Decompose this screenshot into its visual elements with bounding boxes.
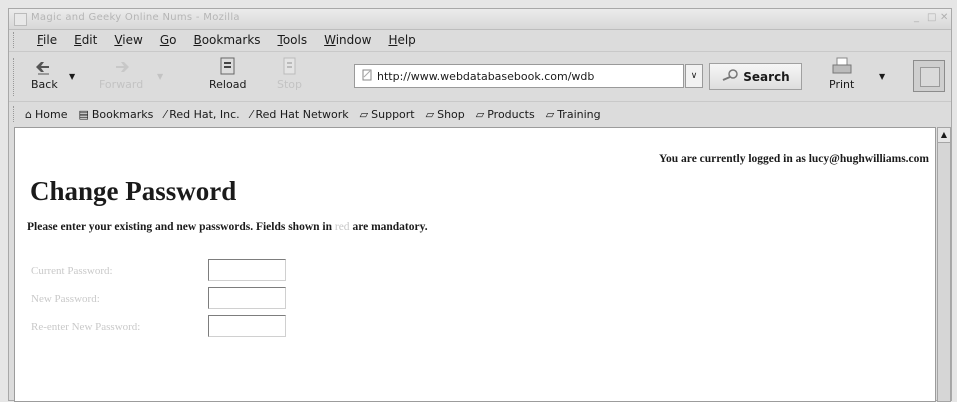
window-title: Magic and Geeky Online Nums - Mozilla bbox=[31, 12, 240, 23]
menu-bookmarks[interactable]: Bookmarks bbox=[193, 33, 260, 47]
vertical-scrollbar[interactable]: ▲ bbox=[937, 127, 951, 402]
bookmark-label: Products bbox=[487, 107, 535, 121]
scroll-up-icon[interactable]: ▲ bbox=[938, 128, 950, 143]
folder-icon: ▱ bbox=[475, 107, 485, 121]
instructions-text: Please enter your existing and new passw… bbox=[27, 221, 332, 233]
search-button[interactable]: Search bbox=[709, 63, 802, 90]
confirm-password-field[interactable] bbox=[208, 315, 286, 337]
bookmark-products[interactable]: ▱ Products bbox=[476, 108, 535, 121]
link-icon: ⁄ bbox=[164, 107, 167, 121]
stop-icon bbox=[281, 56, 299, 78]
bookmark-icon: ▤ bbox=[78, 107, 89, 121]
bookmark-shop[interactable]: ▱ Shop bbox=[426, 108, 465, 121]
login-status: You are currently logged in as lucy@hugh… bbox=[659, 153, 929, 165]
menu-window[interactable]: Window bbox=[324, 33, 371, 47]
back-label: Back bbox=[31, 78, 58, 91]
url-text: http://www.webdatabasebook.com/wdb bbox=[377, 69, 595, 83]
forward-label: Forward bbox=[99, 78, 144, 91]
menu-help[interactable]: Help bbox=[388, 33, 415, 47]
bookmark-red-hat-network[interactable]: ⁄ Red Hat Network bbox=[251, 108, 349, 121]
instructions: Please enter your existing and new passw… bbox=[27, 221, 428, 233]
stop-button[interactable]: Stop bbox=[277, 56, 302, 91]
search-label: Search bbox=[743, 69, 790, 84]
url-field[interactable]: http://www.webdatabasebook.com/wdb bbox=[354, 64, 684, 88]
link-icon: ⁄ bbox=[250, 107, 253, 121]
instructions-red-word: red bbox=[334, 221, 350, 233]
folder-icon: ▱ bbox=[359, 107, 369, 121]
url-dropdown-button[interactable]: ∨ bbox=[685, 64, 703, 88]
reload-icon bbox=[218, 56, 238, 78]
folder-icon: ▱ bbox=[545, 107, 555, 121]
bookmark-label: Red Hat Network bbox=[255, 107, 349, 121]
bookmark-bookmarks[interactable]: ▤ Bookmarks bbox=[78, 108, 153, 121]
reload-button[interactable]: Reload bbox=[209, 56, 246, 91]
menu-tools[interactable]: Tools bbox=[278, 33, 308, 47]
bookmark-label: Shop bbox=[437, 107, 465, 121]
window-menu-icon[interactable] bbox=[14, 13, 27, 26]
forward-button[interactable]: Forward bbox=[99, 56, 143, 91]
activity-throbber[interactable] bbox=[913, 60, 945, 92]
page-title: Change Password bbox=[30, 176, 237, 206]
bookmarks-grip[interactable] bbox=[13, 106, 17, 122]
print-button[interactable]: Print bbox=[829, 56, 854, 91]
reload-label: Reload bbox=[209, 78, 247, 91]
search-icon bbox=[721, 69, 739, 84]
back-button[interactable]: Back bbox=[31, 56, 58, 91]
bookmarks-toolbar: ⌂ Home ▤ Bookmarks ⁄ Red Hat, Inc. ⁄ Red Hat… bbox=[9, 101, 951, 126]
bookmark-red-hat[interactable]: ⁄ Red Hat, Inc. bbox=[164, 108, 239, 121]
confirm-password-label: Re-enter New Password: bbox=[31, 321, 141, 333]
menu-go[interactable]: Go bbox=[160, 33, 177, 47]
page-content: You are currently logged in as lucy@hugh… bbox=[14, 127, 936, 402]
throbber-icon bbox=[920, 67, 940, 87]
instructions-text-end: are mandatory. bbox=[352, 221, 428, 233]
bookmark-label: Training bbox=[557, 107, 601, 121]
bookmark-training[interactable]: ▱ Training bbox=[546, 108, 601, 121]
bookmark-label: Support bbox=[371, 107, 415, 121]
menu-file[interactable]: File bbox=[37, 33, 57, 47]
bookmark-label: Home bbox=[34, 107, 68, 121]
minimize-icon[interactable]: _ bbox=[914, 12, 919, 23]
print-label: Print bbox=[829, 78, 855, 91]
bookmark-home[interactable]: ⌂ Home bbox=[25, 108, 67, 121]
forward-arrow-icon bbox=[111, 56, 131, 78]
current-password-label: Current Password: bbox=[31, 265, 113, 277]
printer-icon bbox=[831, 56, 853, 78]
current-password-field[interactable] bbox=[208, 259, 286, 281]
title-bar: Magic and Geeky Online Nums - Mozilla _ … bbox=[9, 9, 951, 30]
toolbar-grip[interactable] bbox=[13, 58, 17, 96]
back-arrow-icon bbox=[34, 56, 54, 78]
navigation-toolbar: Back ▼ Forward ▼ Reload Stop http://www.… bbox=[9, 51, 951, 102]
menubar-grip[interactable] bbox=[13, 32, 17, 48]
print-dropdown-icon[interactable]: ▼ bbox=[879, 72, 885, 81]
close-icon[interactable]: ✕ bbox=[940, 12, 948, 23]
new-password-field[interactable] bbox=[208, 287, 286, 309]
bookmark-label: Red Hat, Inc. bbox=[169, 107, 240, 121]
menu-edit[interactable]: Edit bbox=[74, 33, 97, 47]
home-icon: ⌂ bbox=[25, 107, 32, 121]
chevron-down-icon: ∨ bbox=[690, 71, 698, 81]
maximize-icon[interactable]: □ bbox=[927, 12, 936, 23]
menu-view[interactable]: View bbox=[114, 33, 142, 47]
browser-window: Magic and Geeky Online Nums - Mozilla _ … bbox=[8, 8, 952, 402]
folder-icon: ▱ bbox=[425, 107, 435, 121]
forward-dropdown-icon[interactable]: ▼ bbox=[157, 72, 163, 81]
back-dropdown-icon[interactable]: ▼ bbox=[69, 72, 75, 81]
bookmark-label: Bookmarks bbox=[91, 107, 154, 121]
stop-label: Stop bbox=[277, 78, 303, 91]
page-proxy-icon bbox=[361, 69, 373, 84]
new-password-label: New Password: bbox=[31, 293, 100, 305]
menu-bar: File Edit View Go Bookmarks Tools Window… bbox=[9, 29, 951, 51]
bookmark-support[interactable]: ▱ Support bbox=[360, 108, 415, 121]
